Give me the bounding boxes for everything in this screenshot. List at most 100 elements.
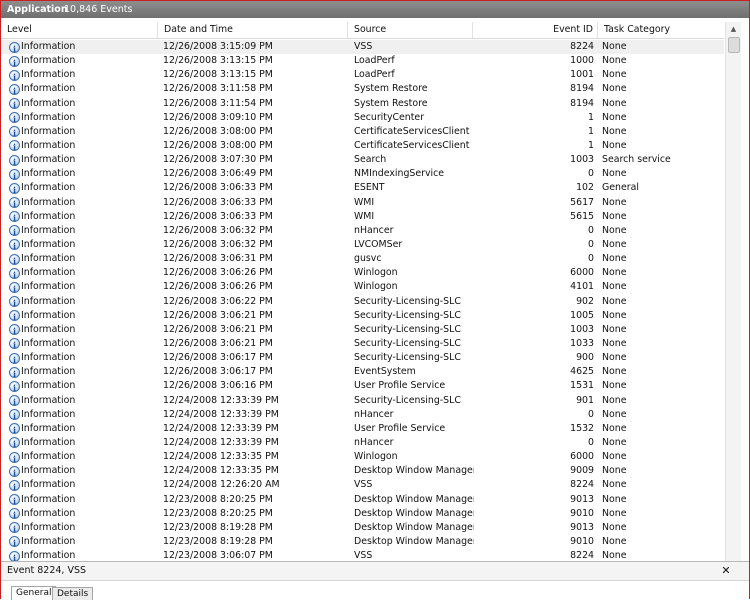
table-row[interactable]: Information 12/23/2008 8:20:25 PM Desktop … bbox=[1, 507, 724, 522]
cell-task: None bbox=[602, 125, 627, 137]
cell-src: nHancer bbox=[354, 408, 394, 420]
column-header-date[interactable]: Date and Time bbox=[158, 22, 348, 38]
cell-task: None bbox=[602, 196, 627, 208]
cell-date: 12/26/2008 3:07:30 PM bbox=[163, 154, 273, 166]
cell-level: Information bbox=[21, 168, 76, 180]
table-row[interactable]: Information 12/26/2008 3:06:26 PM Winlogon… bbox=[1, 280, 724, 296]
cell-date: 12/24/2008 12:33:39 PM bbox=[163, 394, 279, 406]
cell-level: Information bbox=[21, 309, 76, 321]
cell-id: 5617 bbox=[570, 196, 594, 208]
table-row[interactable]: Information 12/26/2008 3:06:16 PM User Pro… bbox=[1, 379, 724, 395]
cell-level: Information bbox=[21, 182, 76, 194]
table-row[interactable]: Information 12/26/2008 3:06:17 PM EventSys… bbox=[1, 365, 724, 381]
cell-date: 12/26/2008 3:06:16 PM bbox=[163, 380, 273, 392]
scroll-up-arrow-icon[interactable]: ▲ bbox=[726, 22, 741, 36]
column-header-event-id[interactable]: Event ID bbox=[473, 22, 598, 38]
table-row[interactable]: Information 12/26/2008 3:11:58 PM System R… bbox=[1, 82, 724, 98]
table-row[interactable]: Information 12/26/2008 3:06:31 PM gusvc 0 No… bbox=[1, 252, 724, 268]
table-row[interactable]: Information 12/24/2008 12:33:35 PM Winlogo… bbox=[1, 450, 724, 466]
table-row[interactable]: Information 12/26/2008 3:07:30 PM Search 10… bbox=[1, 153, 724, 169]
close-icon[interactable]: ✕ bbox=[719, 562, 733, 580]
information-icon bbox=[9, 197, 20, 211]
cell-level: Information bbox=[21, 493, 76, 505]
event-count: 10,846 Events bbox=[64, 4, 133, 15]
cell-date: 12/26/2008 3:09:10 PM bbox=[163, 111, 273, 123]
information-icon bbox=[9, 98, 20, 112]
information-icon bbox=[9, 352, 20, 367]
table-row[interactable]: Information 12/24/2008 12:33:39 PM nHancer… bbox=[1, 408, 724, 423]
table-row[interactable]: Information 12/26/2008 3:08:00 PM Certific… bbox=[1, 125, 724, 140]
cell-date: 12/24/2008 12:33:35 PM bbox=[163, 465, 279, 477]
cell-task: General bbox=[602, 182, 639, 194]
cell-task: None bbox=[602, 436, 627, 448]
table-row[interactable]: Information 12/26/2008 3:06:17 PM Security… bbox=[1, 351, 724, 367]
information-icon bbox=[9, 83, 20, 98]
table-row[interactable]: Information 12/26/2008 3:08:00 PM Certific… bbox=[1, 139, 724, 154]
cell-src: Desktop Window Manager bbox=[354, 521, 474, 533]
cell-task: None bbox=[602, 281, 627, 293]
cell-level: Information bbox=[21, 55, 76, 67]
cell-id: 900 bbox=[576, 352, 594, 364]
table-row[interactable]: Information 12/26/2008 3:06:33 PM WMI 5615 N… bbox=[1, 210, 724, 225]
table-row[interactable]: Information 12/26/2008 3:06:21 PM Security… bbox=[1, 309, 724, 324]
table-row[interactable]: Information 12/26/2008 3:11:54 PM System R… bbox=[1, 97, 724, 112]
information-icon bbox=[9, 55, 20, 70]
table-row[interactable]: Information 12/23/2008 8:19:28 PM Desktop … bbox=[1, 521, 724, 536]
log-name: Application bbox=[7, 4, 68, 15]
cell-level: Information bbox=[21, 125, 76, 137]
tab-general[interactable]: General bbox=[11, 586, 57, 600]
vertical-scrollbar[interactable]: ▲ bbox=[725, 22, 741, 561]
table-row[interactable]: Information 12/26/2008 3:09:10 PM Security… bbox=[1, 111, 724, 126]
detail-header: Event 8224, VSS ✕ bbox=[1, 562, 749, 581]
cell-id: 901 bbox=[576, 394, 594, 406]
cell-task: None bbox=[602, 41, 627, 52]
cell-id: 0 bbox=[588, 238, 594, 250]
cell-id: 8224 bbox=[570, 479, 594, 491]
information-icon bbox=[9, 395, 20, 409]
cell-level: Information bbox=[21, 408, 76, 420]
cell-level: Information bbox=[21, 323, 76, 335]
event-list[interactable]: Level Date and Time Source Event ID Task… bbox=[1, 18, 749, 561]
table-row[interactable]: Information 12/23/2008 8:19:28 PM Desktop … bbox=[1, 535, 724, 550]
table-row[interactable]: Information 12/26/2008 3:06:21 PM Security… bbox=[1, 337, 724, 352]
table-row[interactable]: Information 12/24/2008 12:26:20 AM VSS 8224… bbox=[1, 478, 724, 494]
table-row[interactable]: Information 12/26/2008 3:06:22 PM Security… bbox=[1, 295, 724, 310]
table-row[interactable]: Information 12/26/2008 3:13:15 PM LoadPerf… bbox=[1, 54, 724, 70]
cell-level: Information bbox=[21, 507, 76, 519]
table-row[interactable]: Information 12/24/2008 12:33:35 PM Desktop… bbox=[1, 464, 724, 480]
cell-date: 12/26/2008 3:13:15 PM bbox=[163, 69, 273, 81]
cell-id: 1003 bbox=[570, 154, 594, 166]
cell-date: 12/26/2008 3:06:49 PM bbox=[163, 168, 273, 180]
table-row[interactable]: Information 12/26/2008 3:06:32 PM LVCOMSer… bbox=[1, 238, 724, 253]
table-row[interactable]: Information 12/26/2008 3:06:21 PM Security… bbox=[1, 323, 724, 338]
cell-task: None bbox=[602, 69, 627, 81]
cell-level: Information bbox=[21, 210, 76, 222]
column-header-task-category[interactable]: Task Category bbox=[598, 22, 724, 38]
table-row[interactable]: Information 12/23/2008 8:20:25 PM Desktop … bbox=[1, 493, 724, 508]
cell-date: 12/26/2008 3:06:21 PM bbox=[163, 323, 273, 335]
information-icon bbox=[9, 338, 20, 352]
scrollbar-thumb[interactable] bbox=[728, 37, 740, 53]
table-row[interactable]: Information 12/26/2008 3:06:33 PM ESENT 102… bbox=[1, 181, 724, 197]
table-row[interactable]: Information 12/24/2008 12:33:39 PM User Pr… bbox=[1, 422, 724, 437]
cell-date: 12/26/2008 3:06:17 PM bbox=[163, 352, 273, 364]
cell-task: None bbox=[602, 507, 627, 519]
table-row[interactable]: Information 12/26/2008 3:06:49 PM NMIndexi… bbox=[1, 167, 724, 183]
table-row[interactable]: Information 12/26/2008 3:06:32 PM nHancer 0… bbox=[1, 224, 724, 239]
table-row[interactable]: Information 12/26/2008 3:13:15 PM LoadPerf… bbox=[1, 68, 724, 84]
table-row[interactable]: Information 12/24/2008 12:33:39 PM nHancer… bbox=[1, 436, 724, 451]
cell-level: Information bbox=[21, 154, 76, 166]
tab-details[interactable]: Details bbox=[52, 587, 94, 600]
cell-src: ESENT bbox=[354, 182, 385, 194]
table-row[interactable]: Information 12/24/2008 12:33:39 PM Securit… bbox=[1, 394, 724, 409]
cell-id: 8224 bbox=[570, 41, 594, 52]
cell-src: LoadPerf bbox=[354, 55, 395, 67]
table-row[interactable]: Information 12/26/2008 3:06:33 PM WMI 5617 N… bbox=[1, 196, 724, 211]
table-row[interactable]: Information 12/23/2008 3:06:07 PM VSS 8224 N… bbox=[1, 549, 724, 561]
cell-level: Information bbox=[21, 295, 76, 307]
column-header-level[interactable]: Level bbox=[1, 22, 158, 38]
column-header-source[interactable]: Source bbox=[348, 22, 473, 38]
table-row[interactable]: Information 12/26/2008 3:06:26 PM Winlogon… bbox=[1, 266, 724, 282]
table-row[interactable]: Information 12/26/2008 3:15:09 PM VSS 8224 N… bbox=[1, 40, 724, 56]
cell-src: WMI bbox=[354, 196, 375, 208]
